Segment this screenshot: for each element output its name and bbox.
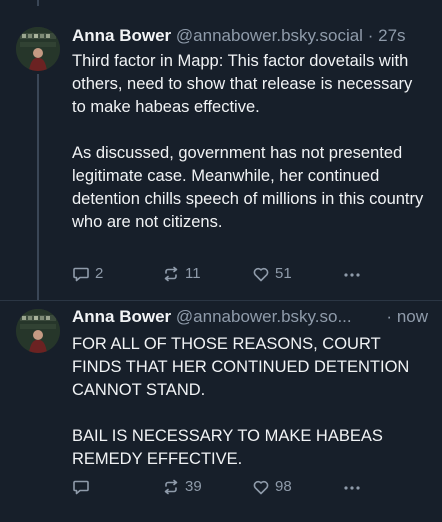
repost-count: 11	[185, 265, 201, 282]
post[interactable]: Anna Bower @annabower.bsky.so... · now F…	[0, 300, 442, 522]
like-button[interactable]: 98	[252, 477, 292, 497]
thread-connector	[37, 0, 39, 6]
repost-button[interactable]: 39	[162, 477, 202, 497]
more-options-icon	[342, 265, 362, 283]
post-time-label: now	[396, 307, 428, 326]
reply-button[interactable]: 2	[72, 264, 103, 284]
repost-count: 39	[185, 478, 202, 495]
post-text: Third factor in Mapp: This factor doveta…	[72, 52, 424, 231]
more-options-button[interactable]	[342, 477, 362, 497]
post-header: Anna Bower @annabower.bsky.social · 27s	[72, 25, 428, 47]
post[interactable]: Anna Bower @annabower.bsky.social · 27s …	[0, 0, 442, 300]
author-handle[interactable]: @annabower.bsky.so...	[176, 307, 352, 326]
reply-icon	[72, 478, 90, 496]
post-time[interactable]: · now	[382, 306, 428, 328]
heart-icon	[252, 265, 270, 283]
heart-icon	[252, 478, 270, 496]
author-name[interactable]: Anna Bower	[72, 307, 171, 326]
author-name[interactable]: Anna Bower	[72, 26, 171, 45]
post-header: Anna Bower @annabower.bsky.so... · now	[72, 306, 428, 328]
like-button[interactable]: 51	[252, 264, 292, 284]
repost-icon	[162, 478, 180, 496]
reply-icon	[72, 265, 90, 283]
thread-line	[37, 74, 39, 300]
post-time[interactable]: 27s	[378, 26, 405, 45]
feed: Anna Bower @annabower.bsky.social · 27s …	[0, 0, 442, 521]
reply-button[interactable]	[72, 477, 95, 497]
post-text: FOR ALL OF THOSE REASONS, COURT FINDS TH…	[72, 335, 410, 468]
repost-icon	[162, 265, 180, 283]
separator: ·	[386, 307, 393, 326]
author-handle[interactable]: @annabower.bsky.social	[176, 26, 363, 45]
like-count: 98	[275, 478, 292, 495]
avatar[interactable]	[16, 27, 60, 71]
avatar[interactable]	[16, 309, 60, 353]
like-count: 51	[275, 265, 292, 282]
more-options-icon	[342, 478, 362, 496]
separator: ·	[367, 26, 374, 45]
post-actions: 2 11 51	[72, 264, 372, 284]
post-actions: 39 98	[72, 477, 372, 497]
more-options-button[interactable]	[342, 264, 362, 284]
reply-count: 2	[95, 265, 104, 282]
repost-button[interactable]: 11	[162, 264, 201, 284]
